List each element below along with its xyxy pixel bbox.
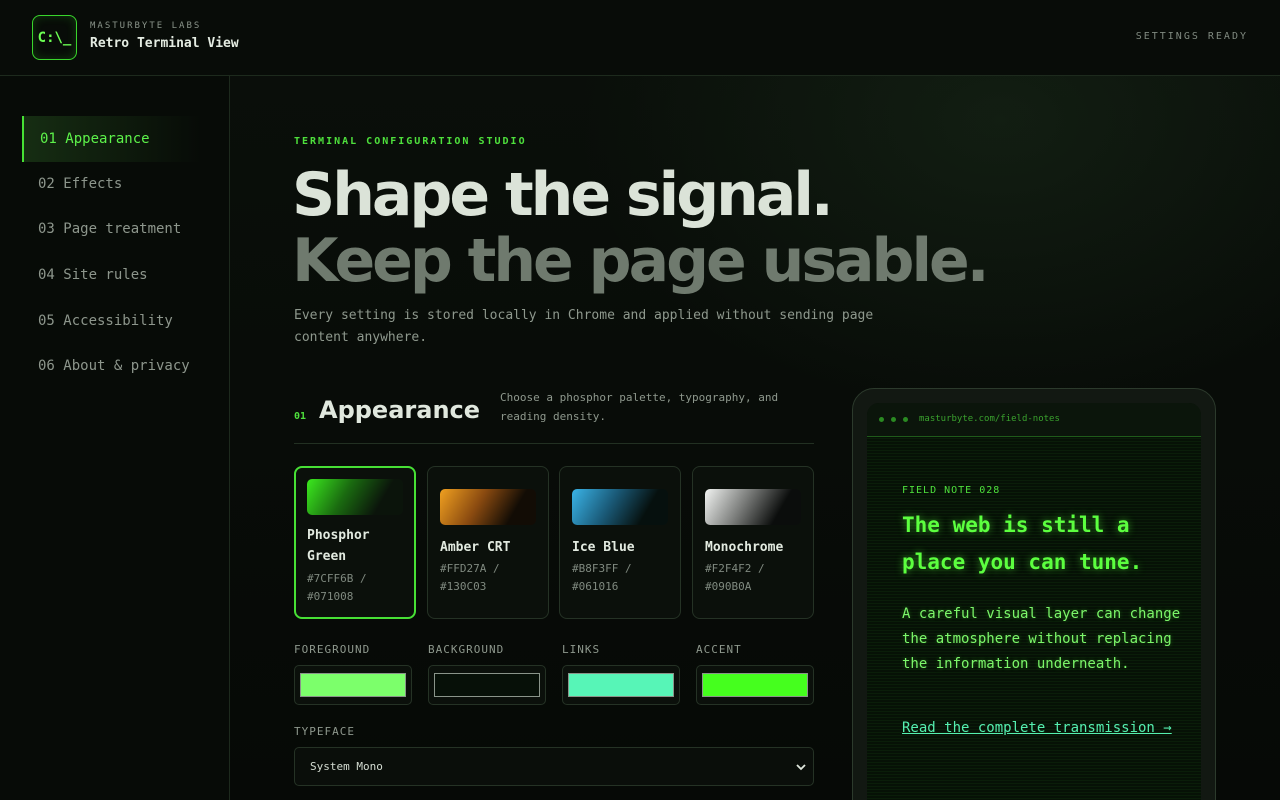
palette-name: Ice Blue [572, 540, 635, 555]
preview-screen: masturbyte.com/field-notes FIELD NOTE 02… [867, 403, 1201, 800]
palette-swatch [307, 479, 403, 515]
typeface-value: System Mono [310, 760, 383, 773]
palette-card-phosphor-green[interactable]: Phosphor Green #7CFF6B / #071008 [294, 466, 416, 619]
palette-swatch [705, 489, 801, 525]
sidebar-item-about-privacy[interactable]: 06 About & privacy [22, 343, 200, 389]
accent-color-picker[interactable] [696, 665, 814, 705]
links-color-picker[interactable] [562, 665, 680, 705]
palette-hex: #B8F3FF / #061016 [572, 562, 632, 593]
color-swatch [434, 673, 540, 697]
typeface-label: TYPEFACE [294, 725, 355, 738]
section-number: 01 [294, 411, 307, 422]
palette-swatch [440, 489, 536, 525]
palette-card-amber-crt[interactable]: Amber CRT #FFD27A / #130C03 [427, 466, 549, 619]
hero-heading-line2: Keep the page usable. [292, 226, 990, 296]
preview-address-bar: masturbyte.com/field-notes [867, 403, 1201, 437]
palette-name: Monochrome [705, 540, 784, 555]
sidebar-item-accessibility[interactable]: 05 Accessibility [22, 298, 200, 344]
palette-name: Phosphor Green [307, 528, 370, 564]
links-label: LINKS [562, 643, 601, 656]
chevron-down-icon [796, 764, 806, 771]
typeface-select[interactable]: System Mono [294, 747, 814, 786]
window-dot-icon [903, 417, 908, 422]
sidebar-item-effects[interactable]: 02 Effects [22, 161, 200, 207]
preview-link[interactable]: Read the complete transmission → [902, 716, 1192, 741]
preview-device: masturbyte.com/field-notes FIELD NOTE 02… [852, 388, 1216, 800]
app-header: C:\_ MASTURBYTE LABS Retro Terminal View… [0, 0, 1280, 76]
foreground-color-picker[interactable] [294, 665, 412, 705]
sidebar-item-page-treatment[interactable]: 03 Page treatment [22, 206, 200, 252]
section-title: Appearance [319, 396, 481, 424]
palette-card-ice-blue[interactable]: Ice Blue #B8F3FF / #061016 [559, 466, 681, 619]
palette-hex: #FFD27A / #130C03 [440, 562, 500, 593]
color-swatch [300, 673, 406, 697]
sidebar-nav: 01 Appearance 02 Effects 03 Page treatme… [0, 76, 230, 800]
foreground-label: FOREGROUND [294, 643, 371, 656]
window-dot-icon [879, 417, 884, 422]
background-color-picker[interactable] [428, 665, 546, 705]
status-indicator: SETTINGS READY [1135, 31, 1248, 42]
palette-name: Amber CRT [440, 540, 511, 555]
window-dot-icon [891, 417, 896, 422]
terminal-logo-icon: C:\_ [32, 15, 77, 60]
hero-heading-line1: Shape the signal. [292, 160, 834, 230]
accent-label: ACCENT [696, 643, 742, 656]
preview-url: masturbyte.com/field-notes [919, 414, 1060, 424]
preview-eyebrow: FIELD NOTE 028 [902, 485, 1001, 496]
preview-title: The web is still a place you can tune. [902, 513, 1143, 574]
color-swatch [702, 673, 808, 697]
palette-swatch [572, 489, 668, 525]
sidebar-item-appearance[interactable]: 01 Appearance [22, 116, 200, 162]
brand-company: MASTURBYTE LABS [90, 21, 202, 31]
palette-hex: #F2F4F2 / #090B0A [705, 562, 765, 593]
palette-hex: #7CFF6B / #071008 [307, 572, 367, 603]
background-label: BACKGROUND [428, 643, 505, 656]
color-swatch [568, 673, 674, 697]
palette-card-monochrome[interactable]: Monochrome #F2F4F2 / #090B0A [692, 466, 814, 619]
sidebar-item-site-rules[interactable]: 04 Site rules [22, 252, 200, 298]
preview-body: A careful visual layer can change the at… [902, 606, 1181, 672]
hero-description: Every setting is stored locally in Chrom… [294, 308, 874, 345]
app-title: Retro Terminal View [90, 36, 239, 51]
section-description: Choose a phosphor palette, typography, a… [500, 391, 779, 423]
page-eyebrow: TERMINAL CONFIGURATION STUDIO [294, 136, 527, 147]
section-divider [294, 443, 814, 444]
